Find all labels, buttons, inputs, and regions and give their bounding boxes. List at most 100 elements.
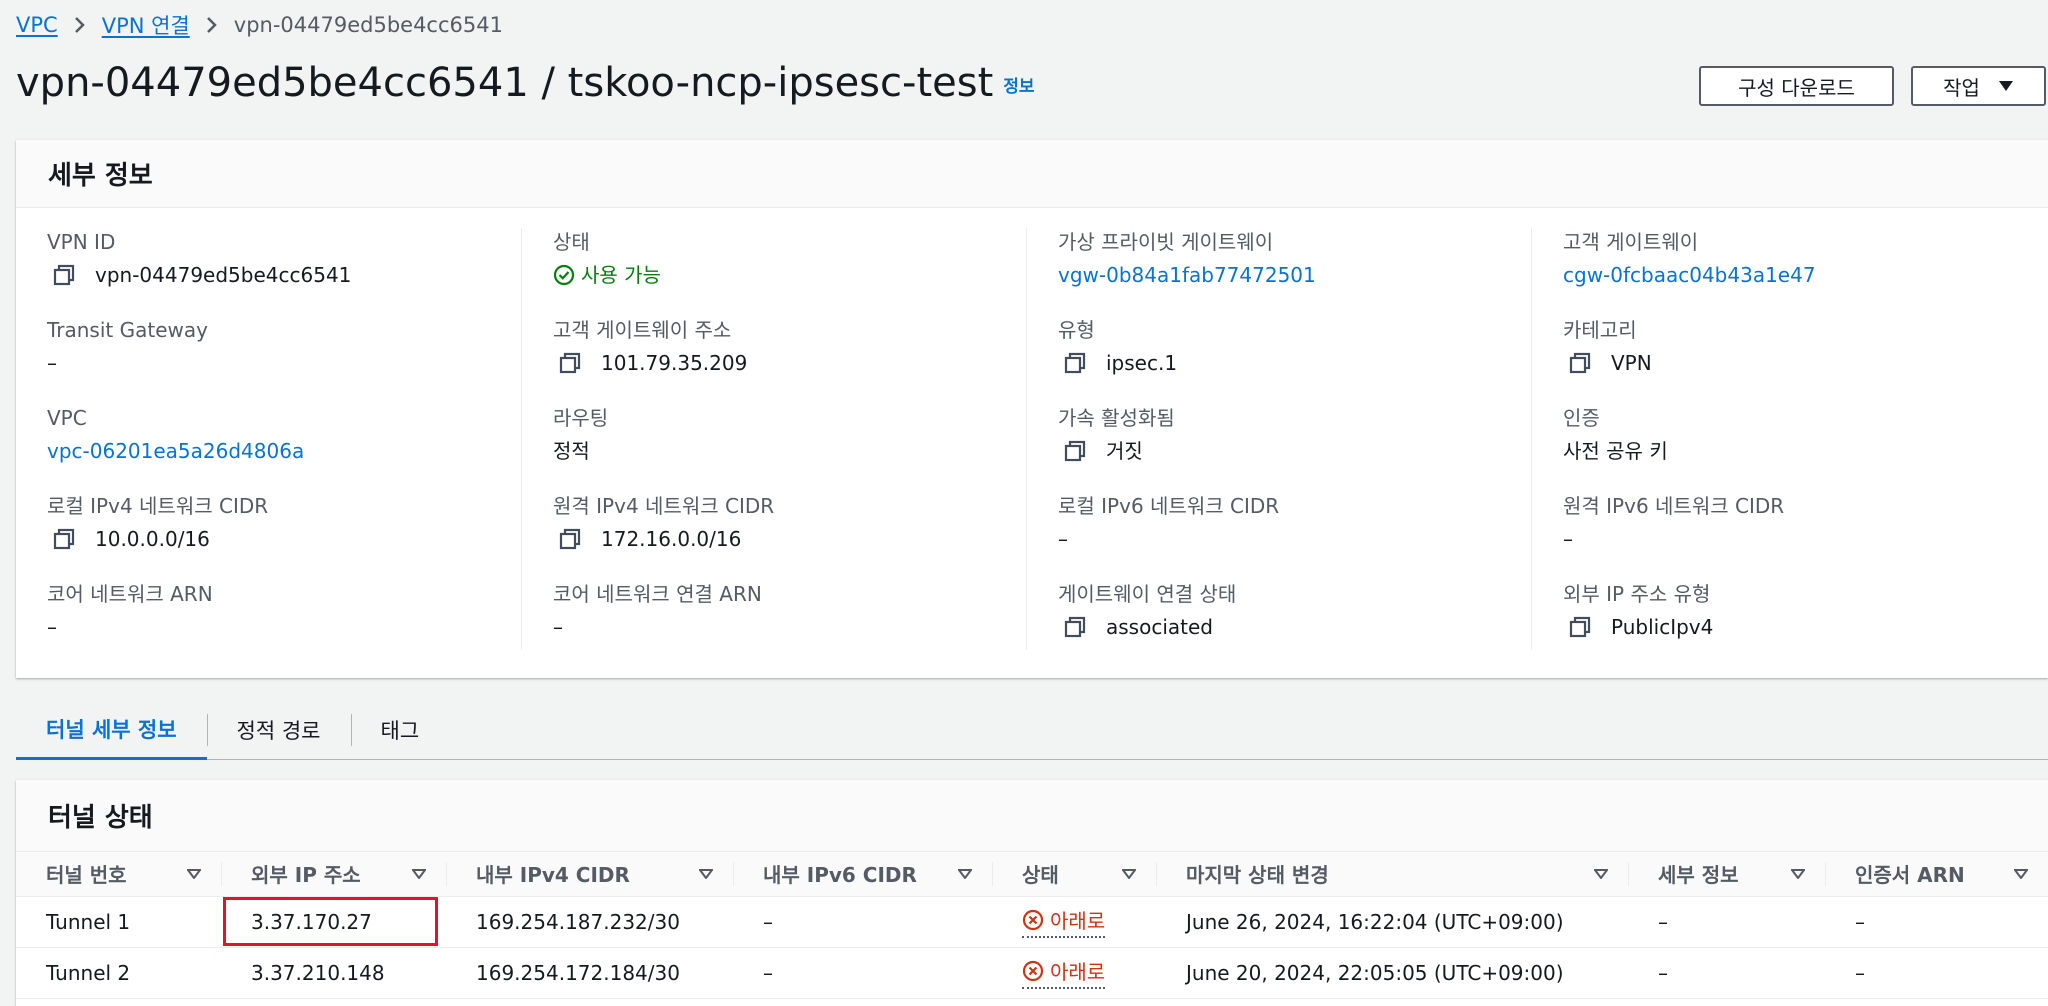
sort-icon (2014, 868, 2028, 879)
table-cell: Tunnel 2 (16, 947, 221, 999)
field-label: 로컬 IPv6 네트워크 CIDR (1058, 494, 1280, 518)
field-label: 가속 활성화됨 (1058, 406, 1175, 430)
field-label: 상태 (553, 230, 590, 254)
copy-icon[interactable] (53, 264, 75, 286)
copy-icon[interactable] (53, 528, 75, 550)
page-title: vpn-04479ed5be4cc6541 / tskoo-ncp-ipsesc… (16, 60, 1035, 106)
copy-icon[interactable] (1064, 352, 1086, 374)
tunnel-state-heading: 터널 상태 (48, 803, 153, 833)
column-header[interactable]: 상태 (992, 852, 1156, 897)
tunnel-state-panel: 터널 상태 터널 번호 외부 IP 주소 내부 IPv4 CIDR 내부 IPv… (16, 780, 2048, 1006)
field-type: 유형 ipsec.1 (1058, 316, 1531, 404)
column-header[interactable]: 세부 정보 (1628, 852, 1825, 897)
table-cell: – (1628, 947, 1825, 999)
caret-down-icon (1998, 80, 2014, 92)
field-value: 사용 가능 (581, 263, 661, 287)
table-header-row: 터널 번호 외부 IP 주소 내부 IPv4 CIDR 내부 IPv6 CIDR… (16, 852, 2048, 897)
field-value: 사전 공유 키 (1563, 439, 1668, 463)
check-circle-icon (553, 264, 575, 286)
copy-icon[interactable] (1064, 440, 1086, 462)
error-circle-icon (1022, 909, 1044, 931)
field-label: 원격 IPv6 네트워크 CIDR (1563, 494, 1785, 518)
table-cell: – (1825, 896, 2048, 948)
field-label: VPC (47, 406, 87, 430)
copy-icon[interactable] (1569, 616, 1591, 638)
field-routing: 라우팅 정적 (553, 404, 1026, 492)
table-cell: 169.254.172.184/30 (446, 947, 733, 999)
table-cell: – (733, 896, 992, 948)
tab-static-routes[interactable]: 정적 경로 (206, 700, 351, 760)
field-value: vpn-04479ed5be4cc6541 (95, 263, 352, 287)
table-row: Tunnel 2 3.37.210.148 169.254.172.184/30… (16, 947, 2048, 999)
field-local-ipv4-cidr: 로컬 IPv4 네트워크 CIDR 10.0.0.0/16 (47, 492, 521, 580)
column-header[interactable]: 내부 IPv6 CIDR (733, 852, 992, 897)
field-transit-gateway: Transit Gateway – (47, 316, 521, 404)
field-label: 로컬 IPv4 네트워크 CIDR (47, 494, 269, 518)
details-panel: 세부 정보 VPN ID vpn-04479ed5be4cc6541 Trans… (16, 140, 2048, 678)
table-cell: June 20, 2024, 22:05:05 (UTC+09:00) (1156, 947, 1628, 999)
field-vgw: 가상 프라이빗 게이트웨이 vgw-0b84a1fab77472501 (1058, 228, 1531, 316)
field-value: – (1563, 527, 1573, 551)
actions-dropdown-button[interactable]: 작업 (1911, 66, 2046, 106)
column-header[interactable]: 인증서 ARN (1825, 852, 2048, 897)
copy-icon[interactable] (559, 352, 581, 374)
chevron-right-icon (206, 16, 218, 34)
field-cgw-address: 고객 게이트웨이 주소 101.79.35.209 (553, 316, 1026, 404)
field-value: ipsec.1 (1106, 351, 1178, 375)
field-value: 10.0.0.0/16 (95, 527, 210, 551)
copy-icon[interactable] (559, 528, 581, 550)
copy-icon[interactable] (1064, 616, 1086, 638)
field-acceleration: 가속 활성화됨 거짓 (1058, 404, 1531, 492)
field-label: 라우팅 (553, 406, 609, 430)
column-header[interactable]: 외부 IP 주소 (221, 852, 446, 897)
status-down[interactable]: 아래로 (1022, 956, 1106, 989)
cgw-link[interactable]: cgw-0fcbaac04b43a1e47 (1563, 260, 1816, 290)
column-header[interactable]: 내부 IPv4 CIDR (446, 852, 733, 897)
tab-tags[interactable]: 태그 (350, 700, 450, 760)
details-heading: 세부 정보 (48, 161, 153, 191)
field-label: 유형 (1058, 318, 1095, 342)
table-cell: June 26, 2024, 16:22:04 (UTC+09:00) (1156, 896, 1628, 948)
sort-icon (699, 868, 713, 879)
info-link[interactable]: 정보 (1003, 77, 1034, 97)
field-value: 172.16.0.0/16 (601, 527, 742, 551)
field-core-network-arn: 코어 네트워크 ARN – (47, 580, 521, 668)
status-down[interactable]: 아래로 (1022, 905, 1106, 938)
status-available: 사용 가능 (553, 260, 1026, 290)
sort-icon (412, 868, 426, 879)
copy-icon[interactable] (1569, 352, 1591, 374)
sort-icon (958, 868, 972, 879)
field-state: 상태 사용 가능 (553, 228, 1026, 316)
details-header: 세부 정보 (16, 140, 2048, 208)
table-cell: – (733, 947, 992, 999)
field-label: 고객 게이트웨이 주소 (553, 318, 732, 342)
field-remote-ipv4-cidr: 원격 IPv4 네트워크 CIDR 172.16.0.0/16 (553, 492, 1026, 580)
highlight-box (223, 897, 438, 946)
column-header[interactable]: 터널 번호 (16, 852, 221, 897)
field-value: PublicIpv4 (1611, 615, 1714, 639)
breadcrumb-vpn-link[interactable]: VPN 연결 (102, 10, 190, 40)
field-value: 101.79.35.209 (601, 351, 748, 375)
field-label: 원격 IPv4 네트워크 CIDR (553, 494, 775, 518)
field-label: 카테고리 (1563, 318, 1637, 342)
vgw-link[interactable]: vgw-0b84a1fab77472501 (1058, 260, 1316, 290)
tab-tunnel-details[interactable]: 터널 세부 정보 (16, 700, 207, 760)
sort-icon (1594, 868, 1608, 879)
download-config-button[interactable]: 구성 다운로드 (1699, 66, 1894, 106)
error-circle-icon (1022, 960, 1044, 982)
vpc-link[interactable]: vpc-06201ea5a26d4806a (47, 436, 304, 466)
field-label: Transit Gateway (47, 318, 208, 342)
field-vpn-id: VPN ID vpn-04479ed5be4cc6541 (47, 228, 521, 316)
actions-label: 작업 (1943, 75, 1980, 100)
field-core-attachment-arn: 코어 네트워크 연결 ARN – (553, 580, 1026, 668)
column-header[interactable]: 마지막 상태 변경 (1156, 852, 1628, 897)
sort-icon (1122, 868, 1136, 879)
field-label: 게이트웨이 연결 상태 (1058, 582, 1237, 606)
breadcrumb: VPC VPN 연결 vpn-04479ed5be4cc6541 (16, 10, 503, 40)
detail-tabs: 터널 세부 정보 정적 경로 태그 (16, 700, 2048, 760)
details-column-2: 상태 사용 가능 고객 게이트웨이 주소 101.79.35.209 라우팅 정… (521, 228, 1026, 650)
sort-icon (187, 868, 201, 879)
table-cell: 3.37.210.148 (221, 947, 446, 999)
field-value: – (553, 615, 563, 639)
breadcrumb-vpc-link[interactable]: VPC (16, 13, 58, 37)
